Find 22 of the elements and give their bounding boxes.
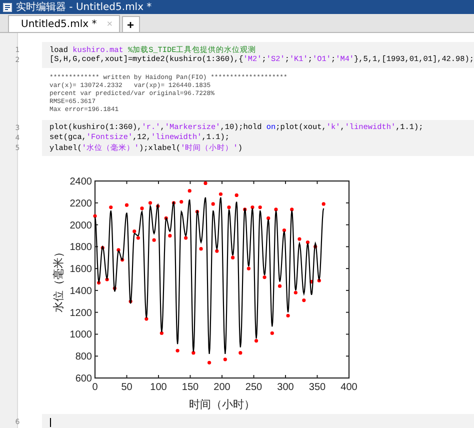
x-axis-label: 时间（小时） xyxy=(188,398,255,410)
tick-label: 1200 xyxy=(69,308,92,319)
window-title: 实时编辑器 - Untitled5.mlx * xyxy=(16,0,152,14)
tick-label: 1600 xyxy=(69,264,92,276)
tick-label: 2200 xyxy=(69,198,92,210)
tick-label: 50 xyxy=(120,382,132,393)
tick-label: 300 xyxy=(276,382,294,393)
tick-label: 1000 xyxy=(69,330,92,341)
tick-label: 250 xyxy=(244,382,262,393)
tick-label: 2400 xyxy=(69,176,92,188)
tick-label: 400 xyxy=(340,382,357,393)
tick-label: 2000 xyxy=(69,220,92,232)
tick-label: 200 xyxy=(213,382,230,393)
tick-label: 350 xyxy=(308,382,326,393)
tick-label: 1400 xyxy=(69,286,92,297)
tick-label: 800 xyxy=(74,352,92,363)
tick-label: 1800 xyxy=(69,242,92,254)
y-axis-label: 水位（毫米） xyxy=(52,246,65,312)
tick-label: 100 xyxy=(150,382,166,393)
tick-label: 600 xyxy=(74,374,92,384)
tick-label: 150 xyxy=(181,382,198,393)
tick-label: 0 xyxy=(92,382,98,393)
